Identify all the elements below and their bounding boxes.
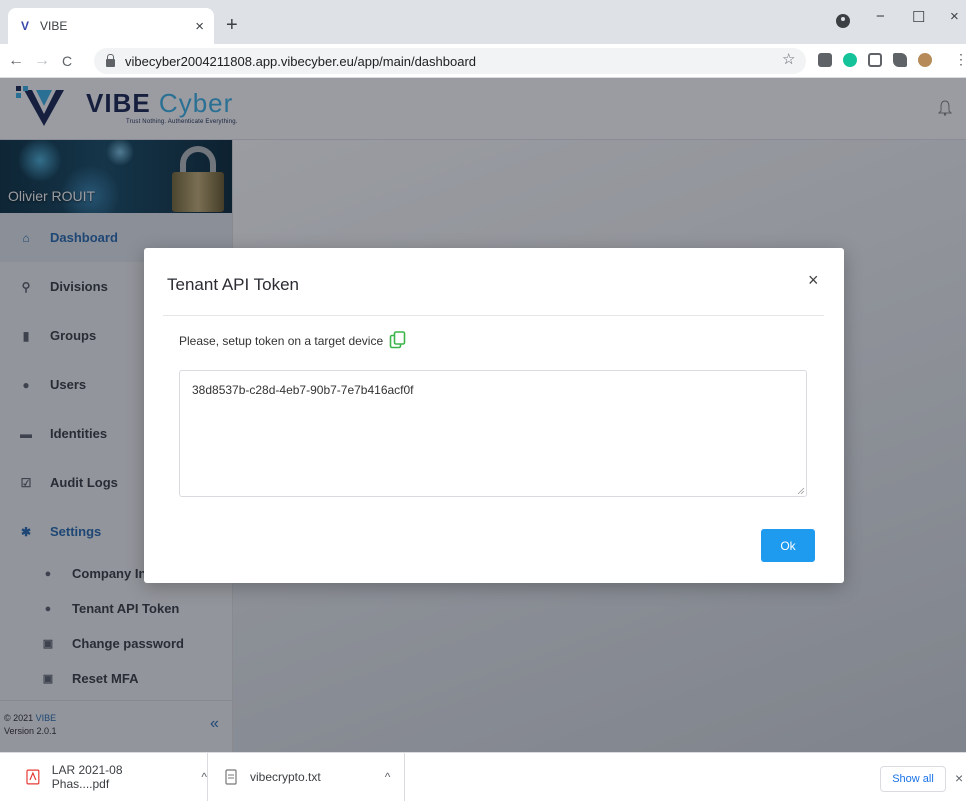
file-icon bbox=[225, 769, 237, 785]
tab-close-icon[interactable]: × bbox=[195, 18, 204, 35]
pdf-icon bbox=[26, 769, 40, 785]
reload-button[interactable]: C bbox=[62, 52, 72, 70]
download-item-pdf[interactable]: LAR 2021-08 Phas....pdf ^ bbox=[0, 753, 208, 801]
browser-tabstrip: V VIBE × + − ☐ × bbox=[0, 0, 966, 44]
show-all-button[interactable]: Show all bbox=[880, 766, 946, 792]
modal-close-icon[interactable]: × bbox=[808, 270, 819, 291]
copy-icon[interactable] bbox=[389, 331, 407, 349]
tab-title: VIBE bbox=[40, 19, 68, 33]
download-filename: LAR 2021-08 Phas....pdf bbox=[51, 763, 123, 791]
minimize-button[interactable]: − bbox=[876, 8, 885, 25]
downloads-close-icon[interactable]: × bbox=[955, 770, 963, 786]
vibe-favicon-icon: V bbox=[20, 19, 29, 33]
forward-button[interactable]: → bbox=[34, 52, 50, 70]
modal-title: Tenant API Token bbox=[167, 275, 300, 294]
downloads-bar: LAR 2021-08 Phas....pdf ^ vibecrypto.txt… bbox=[0, 752, 966, 801]
modal-divider bbox=[163, 315, 824, 316]
download-menu-caret[interactable]: ^ bbox=[385, 770, 391, 784]
download-item-txt[interactable]: vibecrypto.txt ^ bbox=[208, 753, 405, 801]
window-close-button[interactable]: × bbox=[950, 8, 959, 25]
address-bar[interactable]: vibecyber2004211808.app.vibecyber.eu/app… bbox=[94, 48, 806, 74]
ok-button[interactable]: Ok bbox=[761, 529, 815, 562]
grammarly-icon[interactable] bbox=[843, 53, 857, 67]
browser-tab[interactable]: V VIBE × bbox=[8, 8, 214, 44]
puzzle-icon[interactable] bbox=[893, 53, 907, 67]
api-token-textarea[interactable]: 38d8537b-c28d-4eb7-90b7-7e7b416acf0f bbox=[179, 370, 807, 497]
download-menu-caret[interactable]: ^ bbox=[201, 770, 207, 784]
chrome-menu-icon[interactable]: ⋮ bbox=[954, 51, 966, 68]
tenant-api-token-modal: Tenant API Token × Please, setup token o… bbox=[144, 248, 844, 583]
maximize-button[interactable]: ☐ bbox=[912, 8, 925, 26]
extension-icon[interactable] bbox=[818, 53, 832, 67]
chrome-profile-icon[interactable] bbox=[836, 14, 850, 28]
download-filename: vibecrypto.txt bbox=[250, 770, 321, 784]
lock-icon bbox=[106, 53, 115, 67]
back-button[interactable]: ← bbox=[8, 52, 24, 70]
url-text: vibecyber2004211808.app.vibecyber.eu/app… bbox=[125, 53, 477, 69]
profile-avatar[interactable] bbox=[918, 53, 932, 67]
new-tab-button[interactable]: + bbox=[226, 15, 238, 35]
bitwarden-icon[interactable] bbox=[868, 53, 882, 67]
resize-grip-icon[interactable] bbox=[797, 487, 805, 495]
bookmark-star-icon[interactable]: ☆ bbox=[782, 50, 795, 68]
modal-hint-text: Please, setup token on a target device bbox=[179, 334, 384, 348]
